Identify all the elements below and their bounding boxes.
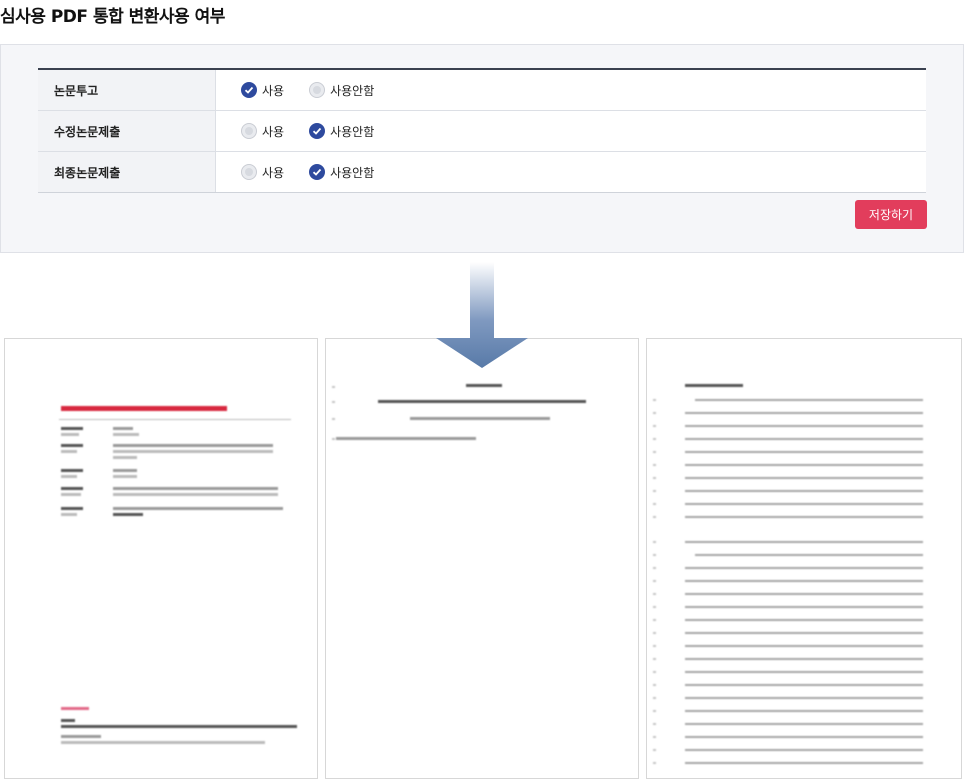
option-use[interactable]: 사용 bbox=[241, 164, 284, 181]
line-number bbox=[653, 503, 656, 505]
text-line bbox=[685, 697, 923, 699]
pdf-page-title bbox=[325, 338, 639, 779]
settings-table: 논문투고 사용 사용안함 수정논문제출 사용 사용안함 최종논문제출 사용 사용… bbox=[38, 68, 926, 193]
text-line bbox=[685, 490, 923, 492]
text-line bbox=[685, 516, 923, 518]
line-number bbox=[653, 645, 656, 647]
option-label: 사용 bbox=[262, 124, 285, 139]
line-number bbox=[653, 697, 656, 699]
option-use[interactable]: 사용 bbox=[241, 82, 284, 99]
option-use[interactable]: 사용 bbox=[241, 123, 284, 140]
save-button[interactable]: 저장하기 bbox=[855, 200, 927, 229]
text-line bbox=[685, 671, 923, 673]
line-number bbox=[653, 658, 656, 660]
line-number bbox=[653, 451, 656, 453]
line-number bbox=[653, 541, 656, 543]
radio-empty-icon[interactable] bbox=[309, 82, 326, 98]
table-row-revision: 수정논문제출 사용 사용안함 bbox=[38, 111, 926, 152]
row-label: 수정논문제출 bbox=[38, 111, 216, 151]
arrow-down-icon bbox=[436, 262, 528, 368]
text-line bbox=[685, 645, 923, 647]
text-line bbox=[685, 710, 923, 712]
text-line bbox=[685, 438, 923, 440]
page-title: 심사용 PDF 통합 변환사용 여부 bbox=[0, 7, 225, 27]
line-number bbox=[653, 606, 656, 608]
text-line bbox=[685, 658, 923, 660]
option-label: 사용 bbox=[262, 165, 285, 180]
line-number bbox=[653, 554, 656, 556]
text-line bbox=[685, 580, 923, 582]
line-number bbox=[653, 412, 656, 414]
text-line bbox=[685, 619, 923, 621]
option-not-use[interactable]: 사용안함 bbox=[309, 123, 374, 140]
option-label: 사용안함 bbox=[330, 165, 375, 180]
text-line bbox=[685, 477, 923, 479]
line-number bbox=[653, 464, 656, 466]
line-number bbox=[653, 567, 656, 569]
line-number bbox=[653, 593, 656, 595]
text-line bbox=[685, 606, 923, 608]
radio-empty-icon[interactable] bbox=[241, 164, 257, 180]
table-row-final: 최종논문제출 사용 사용안함 bbox=[38, 152, 926, 193]
option-label: 사용 bbox=[262, 83, 285, 98]
pdf-page-cover bbox=[4, 338, 318, 779]
text-line bbox=[685, 451, 923, 453]
line-number bbox=[653, 425, 656, 427]
text-line bbox=[685, 593, 923, 595]
line-number bbox=[653, 619, 656, 621]
line-number bbox=[653, 632, 656, 634]
text-line bbox=[685, 412, 923, 414]
text-line bbox=[685, 567, 923, 569]
line-number bbox=[653, 671, 656, 673]
text-line bbox=[685, 723, 923, 725]
line-number bbox=[653, 490, 656, 492]
line-number bbox=[653, 477, 656, 479]
option-not-use[interactable]: 사용안함 bbox=[309, 82, 374, 99]
text-line bbox=[685, 762, 923, 764]
radio-empty-icon[interactable] bbox=[241, 123, 257, 139]
line-number bbox=[653, 438, 656, 440]
pdf-page-case-presentation bbox=[646, 338, 962, 779]
check-circle-icon[interactable] bbox=[241, 82, 257, 98]
text-line bbox=[685, 464, 923, 466]
line-number bbox=[653, 399, 656, 401]
line-number bbox=[653, 749, 656, 751]
text-line bbox=[685, 736, 923, 738]
text-line bbox=[685, 425, 923, 427]
text-line bbox=[685, 632, 923, 634]
option-label: 사용안함 bbox=[330, 124, 375, 139]
settings-panel: 논문투고 사용 사용안함 수정논문제출 사용 사용안함 최종논문제출 사용 사용… bbox=[0, 44, 964, 253]
text-line bbox=[695, 399, 923, 401]
text-line bbox=[685, 503, 923, 505]
check-circle-icon[interactable] bbox=[309, 123, 326, 139]
line-number bbox=[653, 736, 656, 738]
line-number bbox=[653, 723, 656, 725]
check-circle-icon[interactable] bbox=[309, 164, 326, 180]
text-line bbox=[685, 541, 923, 543]
text-line bbox=[695, 554, 923, 556]
table-row-submission: 논문투고 사용 사용안함 bbox=[38, 70, 926, 111]
row-label: 최종논문제출 bbox=[38, 152, 216, 192]
line-number bbox=[653, 710, 656, 712]
option-not-use[interactable]: 사용안함 bbox=[309, 164, 374, 181]
option-label: 사용안함 bbox=[330, 83, 375, 98]
text-line bbox=[685, 749, 923, 751]
text-line bbox=[685, 684, 923, 686]
line-number bbox=[653, 684, 656, 686]
line-number bbox=[653, 762, 656, 764]
line-number bbox=[653, 516, 656, 518]
row-label: 논문투고 bbox=[38, 70, 216, 110]
line-number bbox=[653, 580, 656, 582]
